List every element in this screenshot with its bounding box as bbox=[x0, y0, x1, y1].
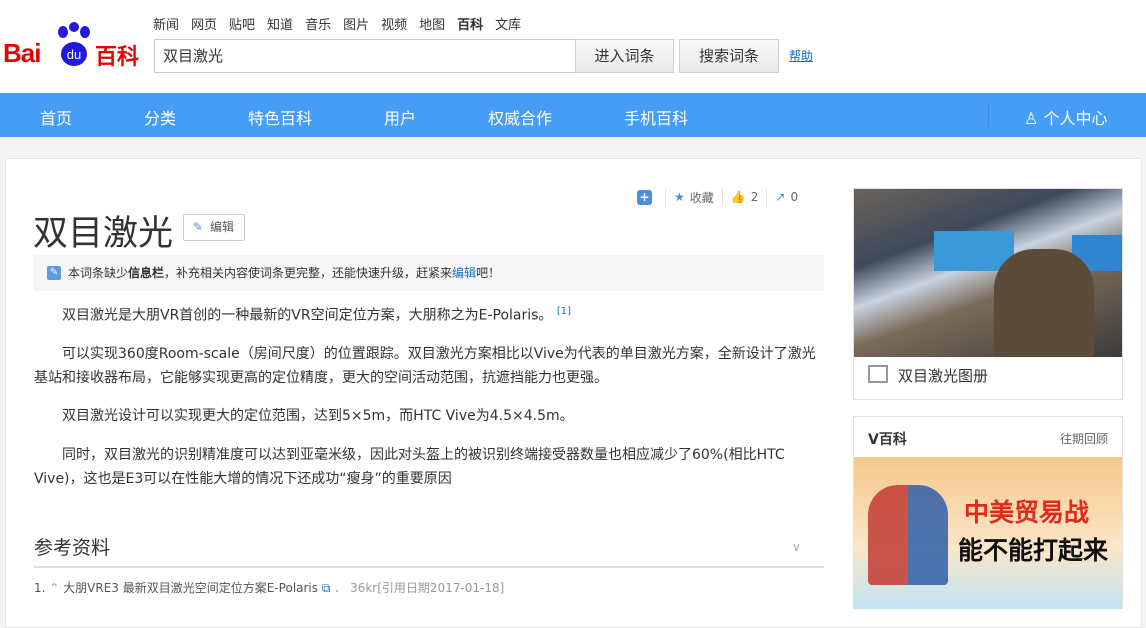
share-count: 0 bbox=[790, 190, 799, 204]
caret-up-icon[interactable]: ⌃ bbox=[49, 581, 59, 595]
search-entry-button[interactable]: 搜索词条 bbox=[679, 39, 779, 73]
v-baike-banner[interactable]: 中美贸易战 能不能打起来 bbox=[854, 457, 1122, 609]
menu-category[interactable]: 分类 bbox=[144, 105, 176, 129]
help-link[interactable]: 帮助 bbox=[789, 47, 813, 64]
paragraph: 同时，双目激光的识别精准度可以达到亚毫米级，因此对头盔上的被识别终端接受器数量也… bbox=[34, 447, 785, 487]
enter-entry-button[interactable]: 进入词条 bbox=[575, 39, 674, 73]
baidu-baike-logo[interactable]: Bai du 百科 bbox=[3, 22, 143, 72]
share-icon[interactable]: ↗ bbox=[775, 190, 785, 204]
nav-link[interactable]: 知道 bbox=[267, 14, 293, 33]
image-icon bbox=[868, 365, 888, 383]
divider bbox=[34, 566, 824, 568]
pencil-icon: ✎ bbox=[47, 266, 61, 280]
nav-link-active[interactable]: 百科 bbox=[457, 14, 483, 33]
menu-home[interactable]: 首页 bbox=[40, 105, 72, 129]
nav-link[interactable]: 音乐 bbox=[305, 14, 331, 33]
paragraph: 双目激光是大朋VR首创的一种最新的VR空间定位方案，大朋称之为E-Polaris… bbox=[62, 306, 572, 324]
page-title: 双目激光 bbox=[33, 214, 174, 254]
nav-link[interactable]: 贴吧 bbox=[229, 14, 255, 33]
past-issues-link[interactable]: 往期回顾 bbox=[1060, 430, 1108, 447]
star-icon[interactable]: ★ bbox=[674, 190, 685, 204]
pencil-icon: ✎ bbox=[193, 220, 204, 234]
edit-link[interactable]: 编辑 bbox=[452, 266, 476, 280]
paragraph: 可以实现360度Room-scale（房间尺度）的位置跟踪。双目激光方案相比以V… bbox=[34, 346, 816, 386]
nav-link[interactable]: 网页 bbox=[191, 14, 217, 33]
paw-icon: du bbox=[58, 22, 90, 66]
divider bbox=[988, 103, 989, 127]
user-center-link[interactable]: ♙ 个人中心 bbox=[1024, 105, 1107, 129]
menu-mobile[interactable]: 手机百科 bbox=[624, 105, 688, 129]
user-icon: ♙ bbox=[1024, 109, 1039, 128]
edit-button[interactable]: ✎ 编辑 bbox=[183, 214, 245, 241]
missing-infobox-notice: ✎ 本词条缺少信息栏，补充相关内容使词条更完整，还能快速升级，赶紧来编辑吧！ bbox=[34, 255, 824, 291]
album-caption[interactable]: 双目激光图册 bbox=[898, 367, 988, 385]
product-nav: 新闻 网页 贴吧 知道 音乐 图片 视频 地图 百科 文库 bbox=[153, 14, 521, 33]
reference-link[interactable]: 大朋VRE3 最新双目激光空间定位方案E-Polaris bbox=[63, 581, 318, 595]
nav-link[interactable]: 文库 bbox=[495, 14, 521, 33]
entry-tools: + ★ 收藏 👍 2 ↗ 0 bbox=[637, 188, 798, 206]
nav-link[interactable]: 地图 bbox=[419, 14, 445, 33]
album-card[interactable]: 双目激光图册 bbox=[853, 188, 1123, 400]
nav-link[interactable]: 图片 bbox=[343, 14, 369, 33]
album-photo[interactable] bbox=[854, 189, 1122, 357]
svg-text:du: du bbox=[67, 47, 81, 62]
nav-link[interactable]: 视频 bbox=[381, 14, 407, 33]
favorite-button[interactable]: 收藏 bbox=[690, 189, 714, 206]
nav-link[interactable]: 新闻 bbox=[153, 14, 179, 33]
menu-partners[interactable]: 权威合作 bbox=[488, 105, 552, 129]
add-icon[interactable]: + bbox=[637, 189, 652, 205]
top-header: Bai du 百科 新闻 网页 贴吧 知道 音乐 图片 视频 地图 百科 文库 … bbox=[0, 0, 1146, 93]
chevron-down-icon[interactable]: ∨ bbox=[792, 540, 801, 554]
v-baike-title: V百科 bbox=[868, 432, 907, 448]
search-input[interactable]: 双目激光 bbox=[154, 39, 575, 73]
references-heading: 参考资料 bbox=[34, 537, 111, 559]
paragraph: 双目激光设计可以实现更大的定位范围，达到5×5m，而HTC Vive为4.5×4… bbox=[62, 408, 574, 424]
menu-users[interactable]: 用户 bbox=[384, 105, 416, 129]
thumbs-up-icon[interactable]: 👍 bbox=[731, 190, 746, 204]
menu-featured[interactable]: 特色百科 bbox=[248, 105, 312, 129]
external-link-icon[interactable]: ⧉ bbox=[322, 581, 331, 595]
footnote-link[interactable]: [1] bbox=[557, 306, 571, 317]
main-menu: 首页 分类 特色百科 用户 权威合作 手机百科 ♙ 个人中心 bbox=[0, 93, 1146, 137]
reference-item: 1. ⌃ 大朋VRE3 最新双目激光空间定位方案E-Polaris ⧉ ． 36… bbox=[34, 581, 505, 595]
v-baike-card: V百科 往期回顾 中美贸易战 能不能打起来 bbox=[853, 416, 1123, 609]
like-count: 2 bbox=[750, 190, 759, 204]
